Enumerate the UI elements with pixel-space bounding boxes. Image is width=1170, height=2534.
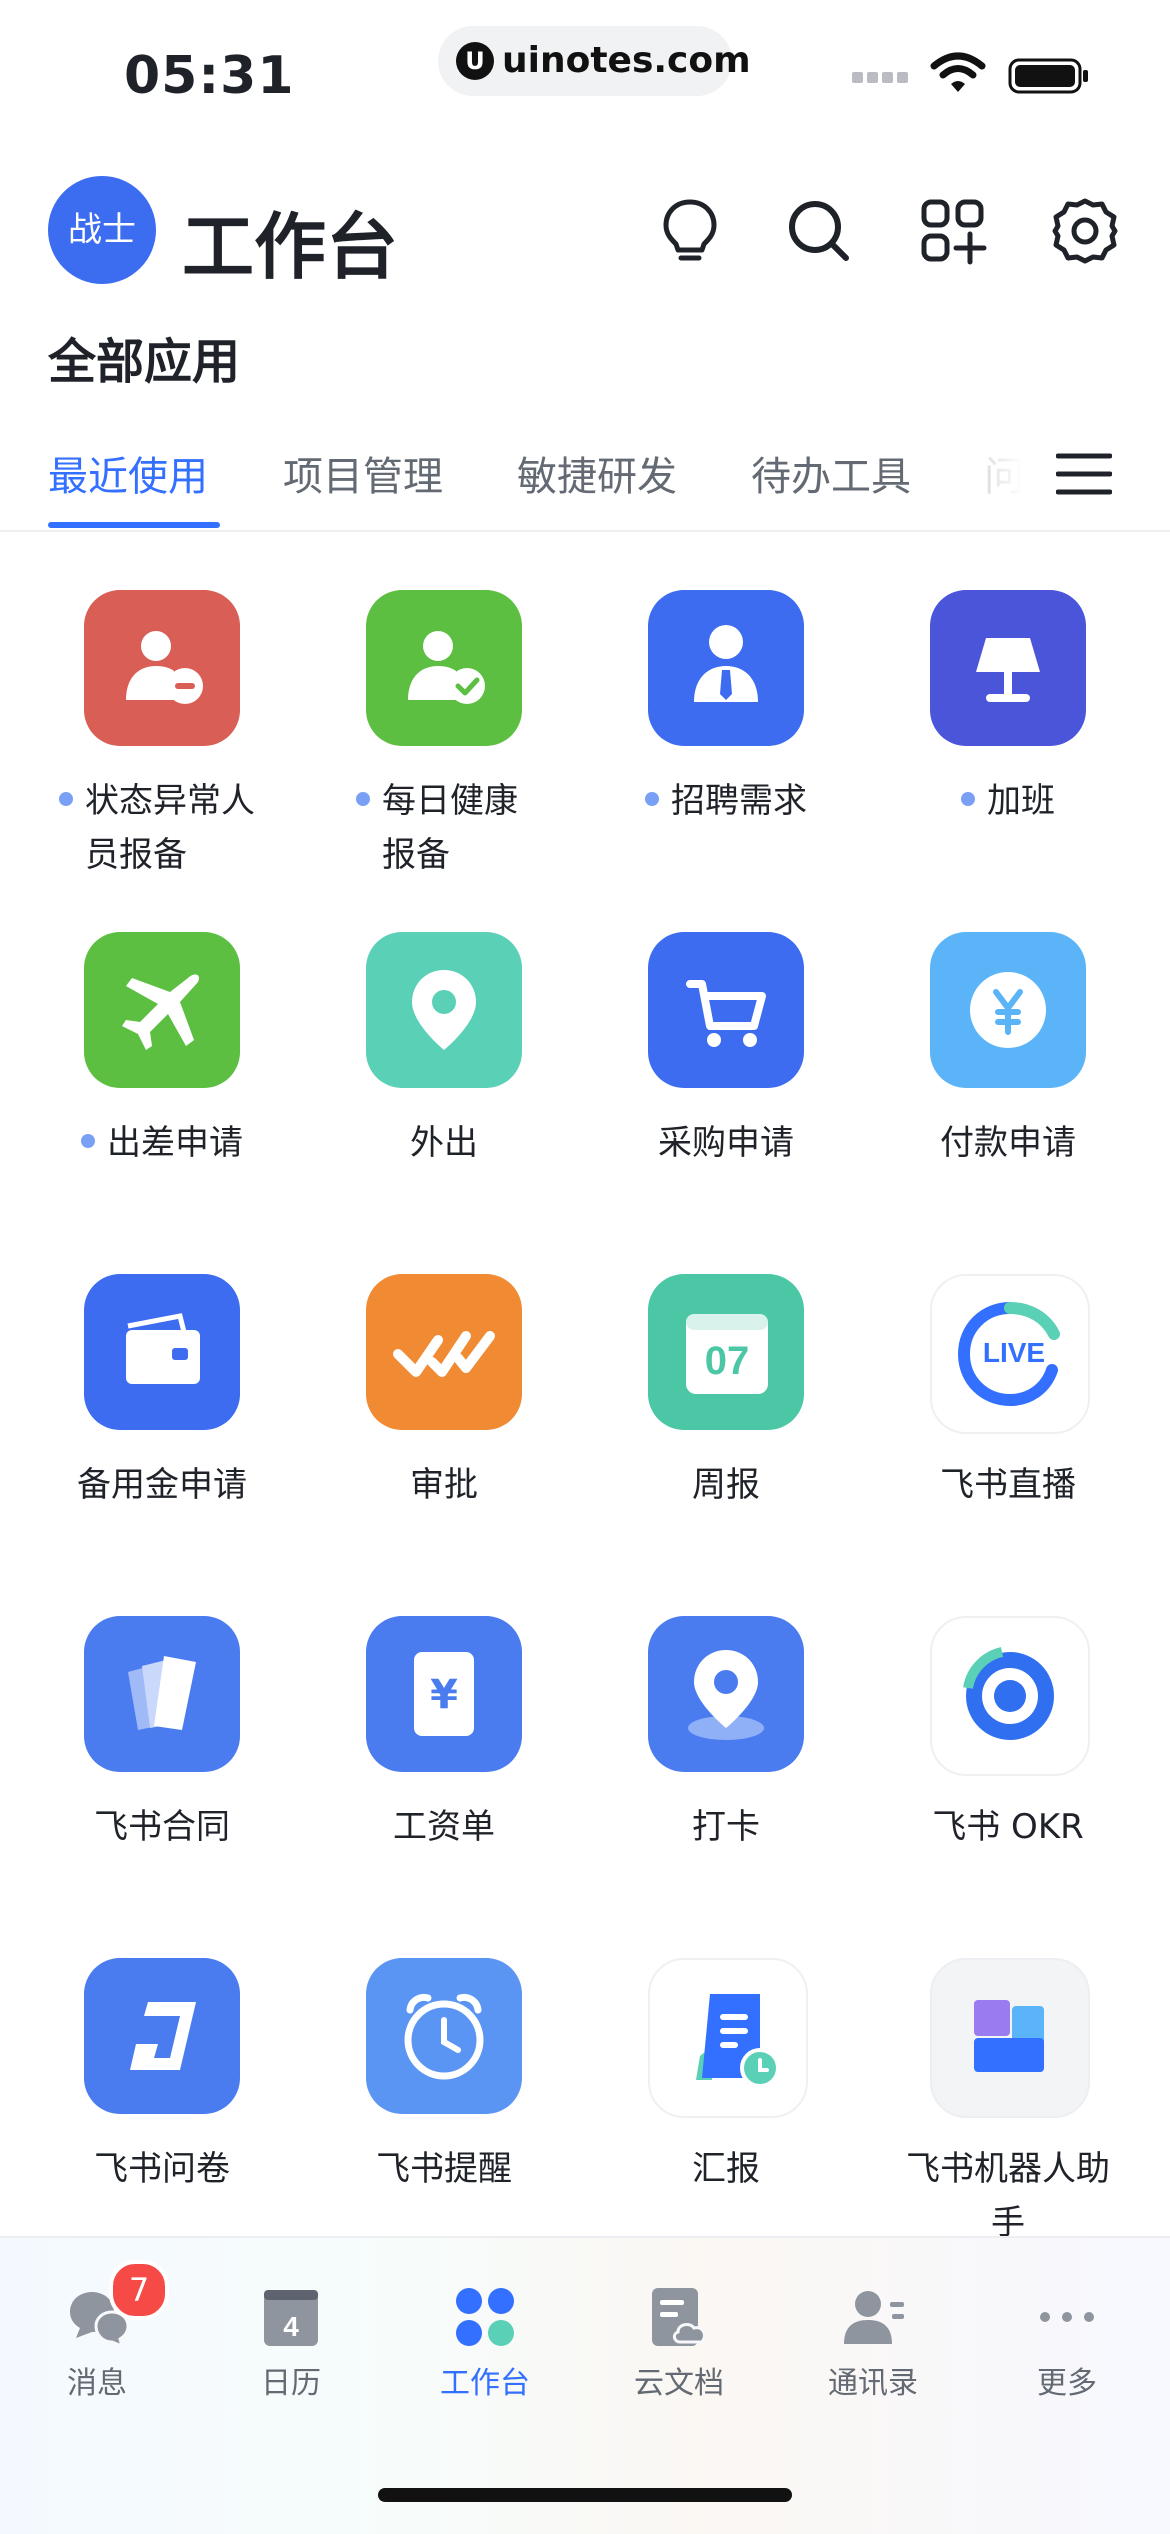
app-label: 状态异常人员报备 [85,781,255,875]
svg-text:¥: ¥ [430,1672,458,1718]
nav-label: 云文档 [634,2366,724,2401]
app-label: 采购申请 [658,1123,794,1163]
section-title: 全部应用 [48,334,241,390]
alarm-clock-icon [366,1958,522,2114]
nav-messages[interactable]: 7 消息 [17,2260,177,2402]
workspace-grid-icon [456,2288,514,2346]
tab-project-management[interactable]: 项目管理 [283,444,443,502]
app-label: 飞书问卷 [94,2149,230,2189]
site-logo-icon: U [456,42,494,80]
app-label: 加班 [987,781,1055,821]
contract-pages-icon [84,1616,240,1772]
url-text: uinotes.com [502,40,751,81]
wifi-icon [930,52,986,92]
nav-label: 更多 [1037,2366,1097,2401]
yen-coin-icon [930,932,1086,1088]
status-bar: 05:31 U uinotes.com [0,0,1170,150]
app-label: 招聘需求 [671,781,807,821]
tab-recent[interactable]: 最近使用 [48,444,208,502]
category-tabs: 最近使用 项目管理 敏捷研发 待办工具 问 [0,440,1170,532]
search-icon[interactable] [784,196,854,266]
add-app-icon[interactable] [918,196,988,266]
robot-blocks-icon [930,1958,1090,2118]
lightbulb-icon[interactable] [655,196,725,266]
settings-gear-icon[interactable] [1050,196,1120,266]
recruit-person-icon [648,590,804,746]
battery-icon [1008,58,1088,94]
url-pill[interactable]: U uinotes.com [438,26,751,96]
nav-contacts[interactable]: 通讯录 [793,2282,953,2402]
lamp-icon [930,590,1086,746]
avatar[interactable]: 战士 [48,176,156,284]
app-label: 打卡 [692,1807,760,1847]
payslip-icon: ¥ [366,1616,522,1772]
contacts-icon [844,2291,904,2344]
nav-label: 通讯录 [828,2366,918,2401]
tab-todo-tools[interactable]: 待办工具 [751,444,911,502]
app-label: 每日健康报备 [382,781,518,875]
app-label: 飞书机器人助手 [906,2149,1110,2242]
cloud-doc-icon [652,2288,706,2346]
nav-label: 日历 [261,2366,321,2401]
location-pin-icon [366,932,522,1088]
shopping-cart-icon [648,932,804,1088]
app-label: 飞书提醒 [376,2149,512,2189]
menu-icon[interactable] [1056,446,1112,502]
user-check-icon [366,590,522,746]
okr-target-icon [930,1616,1090,1776]
check-in-pin-icon [648,1616,804,1772]
svg-text:4: 4 [283,2311,299,2342]
status-time: 05:31 [124,46,295,106]
app-label: 汇报 [692,2149,760,2189]
nav-label: 工作台 [440,2366,530,2401]
app-label: 审批 [410,1465,478,1505]
new-dot [356,791,370,806]
cellular-signal-icon [852,68,912,87]
survey-icon [84,1958,240,2114]
nav-workspace[interactable]: 工作台 [405,2282,565,2402]
app-label: 飞书直播 [940,1465,1076,1505]
app-label: 付款申请 [940,1123,1076,1163]
wallet-icon [84,1274,240,1430]
live-icon: LIVE [930,1274,1090,1434]
new-dot [645,791,659,806]
unread-badge: 7 [109,2260,169,2320]
approval-check-icon [366,1274,522,1430]
app-label: 外出 [410,1123,478,1163]
app-label: 飞书 OKR [932,1807,1084,1847]
report-doc-icon [648,1958,808,2118]
home-indicator[interactable] [378,2488,792,2502]
more-dots-icon [1040,2312,1094,2322]
svg-text:07: 07 [705,1339,750,1383]
page-title: 工作台 [182,205,399,289]
nav-calendar[interactable]: 4 日历 [211,2282,371,2402]
nav-more[interactable]: 更多 [987,2282,1147,2402]
app-label: 周报 [692,1465,760,1505]
nav-cloud-docs[interactable]: 云文档 [599,2282,759,2402]
new-dot [961,791,975,806]
airplane-icon [84,932,240,1088]
new-dot [81,1133,95,1148]
app-label: 飞书合同 [94,1807,230,1847]
tab-agile-dev[interactable]: 敏捷研发 [517,444,677,502]
app-label: 出差申请 [107,1123,243,1163]
app-label: 工资单 [393,1807,495,1847]
svg-text:LIVE: LIVE [983,1337,1045,1368]
tab-active-indicator [48,522,220,528]
weekly-calendar-icon: 07 [648,1274,804,1430]
new-dot [59,791,73,806]
user-remove-icon [84,590,240,746]
calendar-icon: 4 [264,2290,318,2346]
nav-label: 消息 [67,2366,127,2401]
app-label: 备用金申请 [77,1465,247,1505]
